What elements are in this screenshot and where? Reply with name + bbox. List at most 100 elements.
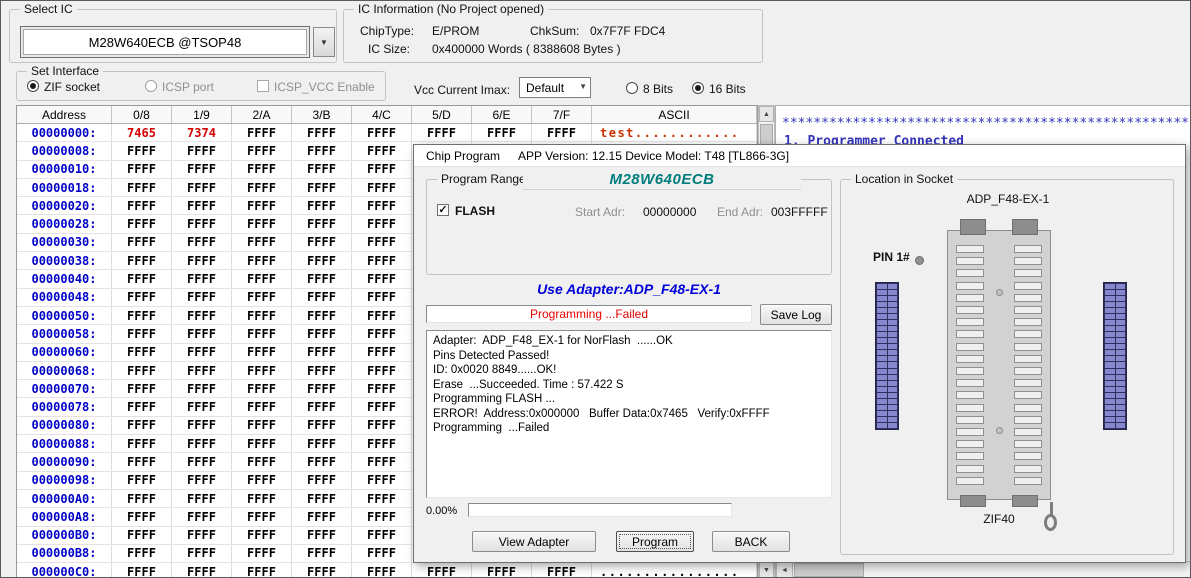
hex-cell[interactable]: FFFF	[292, 453, 352, 470]
hex-cell[interactable]: FFFF	[232, 472, 292, 489]
zif-socket-radio[interactable]	[27, 80, 39, 92]
hex-cell[interactable]: FFFF	[352, 472, 412, 489]
hex-cell[interactable]: FFFF	[292, 380, 352, 397]
hex-cell[interactable]: 7374	[172, 124, 232, 141]
hex-cell[interactable]: FFFF	[172, 197, 232, 214]
hex-cell[interactable]: FFFF	[172, 307, 232, 324]
hex-cell[interactable]: FFFF	[352, 179, 412, 196]
bits16-radio[interactable]	[692, 82, 704, 94]
ic-select-combo[interactable]: M28W640ECB @TSOP48	[20, 26, 310, 58]
hex-cell[interactable]: FFFF	[352, 215, 412, 232]
hex-cell[interactable]: FFFF	[352, 527, 412, 544]
hex-cell[interactable]: FFFF	[172, 179, 232, 196]
hex-cell[interactable]: FFFF	[112, 215, 172, 232]
hex-cell[interactable]: FFFF	[172, 161, 232, 178]
hex-cell[interactable]: FFFF	[232, 124, 292, 141]
hex-cell[interactable]: FFFF	[352, 161, 412, 178]
scroll-up-button[interactable]: ▲	[759, 106, 774, 122]
hex-cell[interactable]: FFFF	[172, 252, 232, 269]
hex-cell[interactable]: FFFF	[292, 417, 352, 434]
hex-cell[interactable]: FFFF	[292, 435, 352, 452]
hex-cell[interactable]: FFFF	[172, 527, 232, 544]
hex-cell[interactable]: FFFF	[472, 124, 532, 141]
panel-horizontal-scrollbar[interactable]: ◄	[776, 561, 1190, 578]
scrollbar-thumb[interactable]	[794, 563, 864, 577]
save-log-button[interactable]: Save Log	[760, 304, 832, 325]
hex-cell[interactable]: FFFF	[112, 344, 172, 361]
hex-cell[interactable]: FFFF	[292, 307, 352, 324]
hex-cell[interactable]: FFFF	[112, 307, 172, 324]
hex-cell[interactable]: FFFF	[172, 490, 232, 507]
hex-cell[interactable]: FFFF	[232, 563, 292, 578]
hex-cell[interactable]: FFFF	[292, 325, 352, 342]
hex-cell[interactable]: FFFF	[352, 142, 412, 159]
hex-cell[interactable]: FFFF	[112, 325, 172, 342]
icsp-vcc-checkbox[interactable]	[257, 80, 269, 92]
hex-cell[interactable]: FFFF	[112, 563, 172, 578]
scroll-left-button[interactable]: ◄	[776, 562, 793, 578]
hex-cell[interactable]: FFFF	[112, 472, 172, 489]
hex-cell[interactable]: FFFF	[232, 380, 292, 397]
hex-cell[interactable]: FFFF	[412, 124, 472, 141]
hex-cell[interactable]: FFFF	[112, 270, 172, 287]
flash-checkbox[interactable]: ✓	[437, 204, 449, 216]
hex-cell[interactable]: FFFF	[412, 563, 472, 578]
hex-cell[interactable]: FFFF	[352, 344, 412, 361]
hex-cell[interactable]: FFFF	[112, 453, 172, 470]
hex-cell[interactable]: FFFF	[292, 124, 352, 141]
hex-cell[interactable]: FFFF	[292, 362, 352, 379]
hex-cell[interactable]: FFFF	[172, 270, 232, 287]
hex-cell[interactable]: FFFF	[292, 197, 352, 214]
hex-cell[interactable]: FFFF	[232, 234, 292, 251]
hex-cell[interactable]: FFFF	[352, 289, 412, 306]
hex-cell[interactable]: FFFF	[292, 234, 352, 251]
hex-cell[interactable]: FFFF	[172, 362, 232, 379]
hex-cell[interactable]: FFFF	[232, 252, 292, 269]
hex-cell[interactable]: FFFF	[292, 161, 352, 178]
hex-cell[interactable]: FFFF	[232, 490, 292, 507]
hex-cell[interactable]: FFFF	[352, 545, 412, 562]
hex-cell[interactable]: FFFF	[232, 215, 292, 232]
hex-cell[interactable]: FFFF	[232, 435, 292, 452]
hex-cell[interactable]: FFFF	[112, 234, 172, 251]
hex-cell[interactable]: FFFF	[352, 490, 412, 507]
hex-cell[interactable]: FFFF	[172, 563, 232, 578]
hex-cell[interactable]: FFFF	[232, 270, 292, 287]
icsp-port-radio[interactable]	[145, 80, 157, 92]
hex-cell[interactable]: FFFF	[352, 325, 412, 342]
hex-cell[interactable]: FFFF	[232, 179, 292, 196]
hex-cell[interactable]: FFFF	[352, 563, 412, 578]
hex-cell[interactable]: FFFF	[112, 142, 172, 159]
table-row[interactable]: 00000000:74657374FFFFFFFFFFFFFFFFFFFFFFF…	[17, 124, 757, 142]
hex-cell[interactable]: FFFF	[292, 472, 352, 489]
hex-cell[interactable]: FFFF	[112, 362, 172, 379]
dialog-titlebar[interactable]: Chip Program APP Version: 12.15 Device M…	[414, 145, 1185, 167]
hex-cell[interactable]: FFFF	[352, 234, 412, 251]
hex-cell[interactable]: FFFF	[112, 380, 172, 397]
hex-cell[interactable]: FFFF	[172, 289, 232, 306]
hex-cell[interactable]: FFFF	[232, 398, 292, 415]
hex-cell[interactable]: FFFF	[292, 289, 352, 306]
hex-cell[interactable]: FFFF	[352, 270, 412, 287]
hex-cell[interactable]: FFFF	[172, 380, 232, 397]
hex-cell[interactable]: FFFF	[232, 362, 292, 379]
hex-cell[interactable]: FFFF	[352, 197, 412, 214]
hex-cell[interactable]: FFFF	[232, 453, 292, 470]
hex-cell[interactable]: FFFF	[292, 508, 352, 525]
program-button[interactable]: Program	[616, 531, 694, 552]
ic-select-dropdown-button[interactable]: ▼	[313, 27, 335, 57]
hex-cell[interactable]: FFFF	[112, 398, 172, 415]
hex-cell[interactable]: 7465	[112, 124, 172, 141]
hex-cell[interactable]: FFFF	[172, 142, 232, 159]
bits8-radio[interactable]	[626, 82, 638, 94]
program-log[interactable]: Adapter: ADP_F48_EX-1 for NorFlash .....…	[426, 330, 832, 498]
hex-cell[interactable]: FFFF	[172, 234, 232, 251]
hex-cell[interactable]: FFFF	[172, 508, 232, 525]
hex-cell[interactable]: FFFF	[172, 545, 232, 562]
hex-cell[interactable]: FFFF	[112, 545, 172, 562]
hex-cell[interactable]: FFFF	[352, 380, 412, 397]
hex-cell[interactable]: FFFF	[112, 417, 172, 434]
hex-cell[interactable]: FFFF	[112, 289, 172, 306]
hex-cell[interactable]: FFFF	[292, 215, 352, 232]
table-row[interactable]: 000000C0:FFFFFFFFFFFFFFFFFFFFFFFFFFFFFFF…	[17, 563, 757, 578]
